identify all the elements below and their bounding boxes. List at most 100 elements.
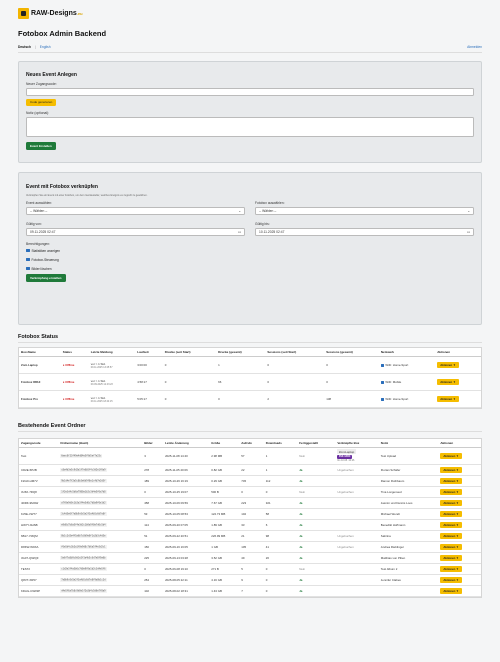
actions-dropdown-button[interactable]: Aktionen ▼ [440, 510, 462, 517]
access-code: HW7Y-9HSB [19, 519, 59, 531]
download-count: 98 [263, 530, 298, 542]
actions-dropdown-button[interactable]: Aktionen ▼ [440, 452, 462, 459]
image-count: 150 [142, 541, 164, 553]
actions-dropdown-button[interactable]: Aktionen ▼ [440, 477, 462, 484]
actions-dropdown-button[interactable]: Aktionen ▼ [440, 532, 462, 539]
linked-box-cell [335, 475, 379, 487]
table-row: 6B17-YMQM 0b1c2d3e4f5a6b7c8d9e0f1a2b3c4d5… [19, 530, 481, 542]
create-link-button[interactable]: Verknüpfung erstellen [26, 273, 66, 282]
linked-box-validity: bis 10.08. 10:26 [337, 458, 355, 462]
access-code: D8KW-W9XA [19, 541, 59, 553]
last-report-cell: vor > 1 Std. 09.09.2025 12:43:23 [88, 373, 136, 391]
last-report-cell: vor > 1 Std. 09.11.2025 13:25:57 [88, 356, 136, 374]
view-count: 7 [239, 585, 264, 597]
event-select[interactable]: -- Wählen -- ⌄ [26, 206, 245, 215]
table-row: HW7Y-9HSB e9d8c7b6a5f4e3d2c1b0a9f8e7d6c5b… [19, 519, 481, 531]
actions-cell: Aktionen ▼ [438, 475, 481, 487]
logout-link[interactable]: Abmelden [467, 45, 482, 49]
status-p-start: 0 [162, 356, 217, 374]
download-count: 26 [263, 552, 298, 564]
completed-status: Ja [297, 574, 336, 586]
completed-status: Ja [297, 497, 336, 509]
checkbox-checked-icon [26, 266, 30, 271]
status-col-header: Sessions (gesamt) [324, 348, 379, 357]
access-code: CD2E-5P2B [19, 464, 59, 476]
completed-status: Ja [297, 519, 336, 531]
folder-hash: 5e6f7a8b9c0d1e2f3a4b5c6d7e8f9a0b [60, 556, 107, 560]
access-code: KJ5E-VW77 [19, 508, 59, 520]
actions-dropdown-button[interactable]: Aktionen ▼ [440, 576, 462, 583]
folder-size: 2.98 MB [209, 447, 240, 465]
wifi-icon [380, 380, 384, 384]
box-select-value: -- Wählen -- [259, 208, 277, 213]
note-textarea[interactable] [26, 116, 474, 137]
actions-dropdown-button[interactable]: Aktionen ▼ [440, 466, 462, 473]
last-report-date: 09.11.2025 13:25:57 [90, 365, 113, 369]
view-count: 223 [239, 497, 264, 509]
actions-dropdown-button[interactable]: Aktionen ▼ [437, 379, 459, 385]
image-count: 3 [142, 447, 164, 465]
last-change: 2025-09-22 20:51 [163, 530, 210, 542]
last-report: vor > 1 Std. [90, 378, 106, 383]
valid-to-label: Gültig bis: [255, 221, 270, 226]
actions-dropdown-button[interactable]: Aktionen ▼ [437, 362, 459, 368]
last-change: 2025-08-02 18:31 [163, 585, 210, 597]
view-count: 102 [239, 508, 264, 520]
access-code: 6B17-YMQM [19, 530, 59, 542]
status-row: Zoni-Laptop ● Offline vor > 1 Std. 09.11.20… [19, 356, 481, 374]
lang-de[interactable]: Deutsch [18, 45, 31, 49]
status-s-total: 138 [324, 390, 379, 408]
completed-status: Ja [297, 552, 336, 564]
lang-separator: | [34, 45, 36, 49]
status-col-header: Drucke (seit Start) [162, 348, 217, 357]
hash-cell: 0b1c2d3e4f5a6b7c8d9e0f1a2b3c4d5e [58, 530, 143, 542]
create-event-button[interactable]: Event Erstellen [26, 141, 56, 150]
linked-box-name: Zoni-Laptop [337, 449, 356, 455]
actions-dropdown-button[interactable]: Aktionen ▼ [440, 488, 462, 495]
view-count: 745 [239, 475, 264, 487]
completed-status: Nein [297, 563, 336, 575]
perm-control-checkbox[interactable]: Fotobox-Steuerung [26, 258, 474, 262]
status-row: Fotobox RRHI ● Offline vor > 1 Std. 09.09.2… [19, 373, 481, 391]
network-info: WiFi: Home-Sport [380, 363, 433, 367]
image-count: 102 [142, 585, 164, 597]
perm-stats-checkbox[interactable]: Statistiken anzeigen [26, 249, 474, 253]
actions-dropdown-button[interactable]: Aktionen ▼ [440, 554, 462, 561]
access-code: Q8VT-XR57 [19, 574, 59, 586]
view-count: 21 [239, 530, 264, 542]
box-select[interactable]: -- Wählen -- ⌄ [255, 206, 474, 215]
logo-text: RAW-Designs.eu [31, 9, 83, 17]
actions-dropdown-button[interactable]: Aktionen ▼ [440, 521, 462, 528]
linked-box-name: Ungebuchen [337, 544, 354, 549]
actions-dropdown-button[interactable]: Aktionen ▼ [440, 499, 462, 506]
code-input[interactable] [26, 87, 474, 96]
divider [18, 341, 482, 342]
code-label: Neuer Zugangscode: [26, 81, 57, 86]
box-select-label: Fotobox auswählen: [255, 200, 285, 205]
calendar-icon[interactable]: ▭ [238, 230, 241, 234]
valid-to-input[interactable]: 10.11.2025 02:47 ▭ [255, 227, 474, 236]
hash-cell: 6eec0f23f49e4d84e5f9d5ef7e23c [58, 447, 143, 465]
lang-en[interactable]: English [40, 45, 51, 49]
table-row: KDAG-C9W2P d4e5f6a7b8c9d0e1f2a3b4c5d6e7f8… [19, 585, 481, 597]
download-count: 112 [263, 475, 298, 487]
actions-dropdown-button[interactable]: Aktionen ▼ [437, 396, 459, 402]
logo[interactable]: RAW-Designs.eu [18, 6, 482, 20]
folder-hash: a7f8e9d0c1b2a3f4e5d6c7b8a9f0e1d2 [60, 501, 107, 505]
valid-from-input[interactable]: 09.11.2025 02:47 ▭ [26, 227, 245, 236]
actions-dropdown-button[interactable]: Aktionen ▼ [440, 565, 462, 572]
status-s-start: 2 [265, 390, 325, 408]
status-col-header: Box-Name [19, 348, 61, 357]
generate-code-button[interactable]: Code generieren [26, 98, 57, 106]
completed-status: Ja [297, 508, 336, 520]
completed-status: Ja [297, 585, 336, 597]
perm-delete-checkbox[interactable]: Bilder löschen [26, 267, 474, 271]
download-count: 0 [263, 486, 298, 498]
actions-dropdown-button[interactable]: Aktionen ▼ [440, 543, 462, 550]
calendar-icon[interactable]: ▭ [467, 230, 470, 234]
events-col-header: Größe [209, 438, 240, 448]
view-count: 33 [239, 519, 264, 531]
event-select-label: Event auswählen: [26, 200, 53, 205]
actions-cell: Aktionen ▼ [438, 464, 481, 476]
actions-dropdown-button[interactable]: Aktionen ▼ [440, 587, 462, 594]
